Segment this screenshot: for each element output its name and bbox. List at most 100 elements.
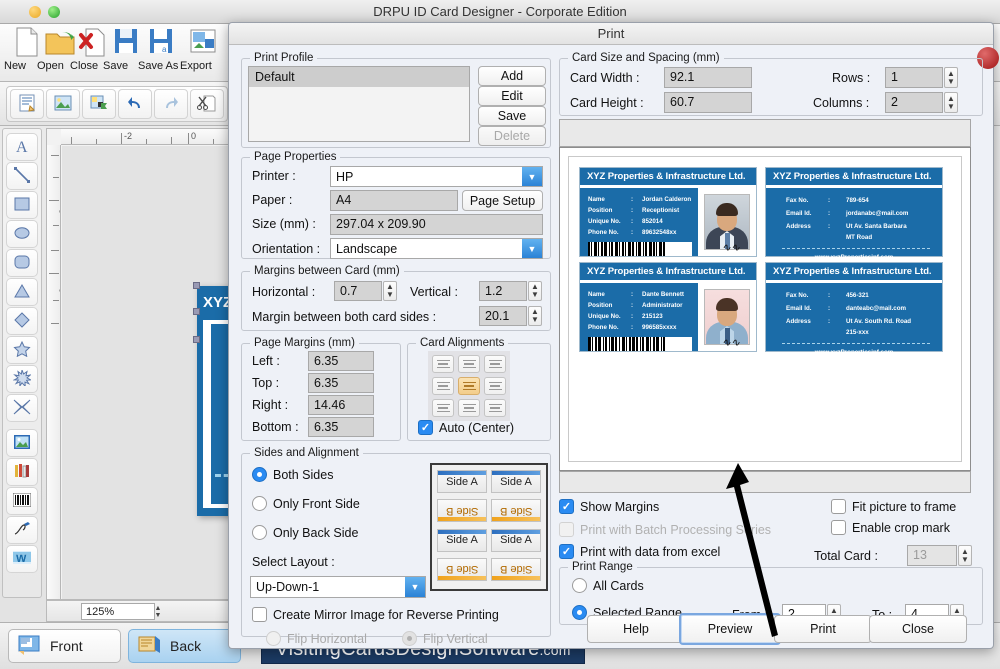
preview-card-3[interactable]: XYZ Properties & Infrastructure Ltd. Nam… [579, 262, 757, 352]
resize-handle-left-middle[interactable] [193, 308, 200, 315]
chevron-down-icon[interactable]: ▼ [405, 577, 425, 597]
zoom-level-input[interactable]: 125% [81, 603, 155, 620]
toolbar-button-export[interactable]: Export [180, 26, 226, 80]
card-size-spacing-group: Card Size and Spacing (mm) Card Width : … [559, 52, 983, 116]
align-bottom-right[interactable] [484, 399, 506, 417]
cut-icon [197, 93, 217, 116]
page-setup-button[interactable]: Page Setup [462, 190, 543, 211]
chevron-down-icon[interactable]: ▼ [522, 167, 542, 186]
picture-tool-button[interactable] [6, 429, 38, 457]
star-tool-button[interactable] [6, 336, 38, 364]
profile-edit-button[interactable]: Edit [478, 86, 546, 106]
diamond-tool-button[interactable] [6, 307, 38, 335]
profile-add-button[interactable]: Add [478, 66, 546, 86]
check-icon: ✓ [559, 499, 574, 514]
watermark-tool-button[interactable]: W [6, 545, 38, 573]
print-preview-pane[interactable]: XYZ Properties & Infrastructure Ltd. Nam… [559, 147, 971, 471]
help-button[interactable]: Help [587, 615, 685, 643]
data-from-excel-checkbox[interactable]: ✓ Print with data from excel [559, 544, 720, 559]
canvas-page[interactable]: XYZ [62, 146, 317, 599]
preview-button[interactable]: Preview [679, 613, 781, 645]
barcode-tool-button[interactable] [6, 487, 38, 515]
tab-back-side[interactable]: Back [128, 629, 241, 663]
align-top-right[interactable] [484, 355, 506, 373]
radio-both-sides[interactable]: Both Sides [252, 467, 333, 482]
preview-card-4[interactable]: XYZ Properties & Infrastructure Ltd. Fax… [765, 262, 943, 356]
both-card-sides-stepper[interactable]: ▲ ▼ [528, 306, 542, 326]
design-canvas[interactable]: -2 0 -2 0 XYZ [46, 128, 317, 600]
orientation-select[interactable]: Landscape ▼ [330, 238, 543, 259]
columns-stepper[interactable]: ▲ ▼ [944, 92, 958, 113]
tab-front-side[interactable]: Front [8, 629, 121, 663]
print-button[interactable]: Print [774, 615, 872, 643]
align-middle-left[interactable] [432, 377, 454, 395]
mirror-image-checkbox[interactable]: Create Mirror Image for Reverse Printing [252, 607, 499, 622]
burst-tool-button[interactable] [6, 365, 38, 393]
radio-only-front-side[interactable]: Only Front Side [252, 496, 360, 511]
toolbar-button-save-as[interactable]: a Save As [138, 26, 184, 80]
card-height-input[interactable]: 60.7 [664, 92, 752, 113]
library-tool-button[interactable] [6, 458, 38, 486]
vertical-margin-input[interactable]: 1.2 [479, 281, 527, 301]
horizontal-margin-input[interactable]: 0.7 [334, 281, 382, 301]
print-profile-item-default[interactable]: Default [249, 67, 469, 87]
redo-button[interactable] [154, 89, 188, 119]
both-card-sides-input[interactable]: 20.1 [479, 306, 527, 326]
resize-handle-left-bottom[interactable] [193, 336, 200, 343]
preview-card-2[interactable]: XYZ Properties & Infrastructure Ltd. Fax… [765, 167, 943, 261]
rounded-rect-tool-button[interactable] [6, 249, 38, 277]
card-properties-button[interactable] [10, 89, 44, 119]
cut-button[interactable] [190, 89, 224, 119]
text-tool-button[interactable]: A [6, 133, 38, 161]
card-4-company: XYZ Properties & Infrastructure Ltd. [766, 263, 942, 280]
undo-button[interactable] [118, 89, 152, 119]
auto-center-checkbox[interactable]: ✓ Auto (Center) [418, 420, 514, 435]
rows-input[interactable]: 1 [885, 67, 943, 88]
printer-select[interactable]: HP ▼ [330, 166, 543, 187]
card-width-input[interactable]: 92.1 [664, 67, 752, 88]
card-3-company: XYZ Properties & Infrastructure Ltd. [580, 263, 756, 280]
radio-icon [572, 605, 587, 620]
image-export-button[interactable] [82, 89, 116, 119]
printer-value: HP [336, 169, 354, 184]
signature-tool-button[interactable] [6, 516, 38, 544]
top-margin-input[interactable]: 6.35 [308, 373, 374, 393]
print-profile-group: Print Profile Default Add Edit Save Dele… [241, 52, 551, 148]
radio-only-back-side[interactable]: Only Back Side [252, 525, 358, 540]
fit-picture-checkbox[interactable]: Fit picture to frame [831, 499, 956, 514]
vertical-margin-stepper[interactable]: ▲ ▼ [528, 281, 542, 301]
radio-all-cards[interactable]: All Cards [572, 578, 644, 593]
triangle-tool-button[interactable] [6, 278, 38, 306]
bottom-margin-input[interactable]: 6.35 [308, 417, 374, 437]
rectangle-tool-button[interactable] [6, 191, 38, 219]
profile-save-button[interactable]: Save [478, 106, 546, 126]
align-middle-center[interactable] [458, 377, 480, 395]
align-bottom-center[interactable] [458, 399, 480, 417]
right-margin-input[interactable]: 14.46 [308, 395, 374, 415]
card-3-value-0: Dante Bennett [642, 291, 684, 298]
preview-card-1[interactable]: XYZ Properties & Infrastructure Ltd. Nam… [579, 167, 757, 257]
print-profile-list[interactable]: Default [248, 66, 470, 142]
card-3-colon-1: : [631, 302, 634, 309]
align-bottom-left[interactable] [432, 399, 454, 417]
line-tool-button[interactable] [6, 162, 38, 190]
ellipse-tool-button[interactable] [6, 220, 38, 248]
select-layout-dropdown[interactable]: Up-Down-1 ▼ [250, 576, 426, 598]
columns-input[interactable]: 2 [885, 92, 943, 113]
four-point-star-tool-button[interactable] [6, 394, 38, 422]
align-top-center[interactable] [458, 355, 480, 373]
background-image-button[interactable] [46, 89, 80, 119]
card-2-key-0: Fax No. [786, 197, 809, 204]
zoom-stepper[interactable]: ▲ ▼ [151, 603, 165, 620]
chevron-down-icon[interactable]: ▼ [522, 239, 542, 258]
burst-tool-icon [12, 367, 33, 389]
align-top-left[interactable] [432, 355, 454, 373]
align-middle-right[interactable] [484, 377, 506, 395]
horizontal-margin-stepper[interactable]: ▲ ▼ [383, 281, 397, 301]
close-button[interactable]: Close [869, 615, 967, 643]
left-margin-input[interactable]: 6.35 [308, 351, 374, 371]
crop-mark-checkbox[interactable]: Enable crop mark [831, 520, 950, 535]
show-margins-checkbox[interactable]: ✓ Show Margins [559, 499, 659, 514]
rows-stepper[interactable]: ▲ ▼ [944, 67, 958, 88]
resize-handle-top-left[interactable] [193, 282, 200, 289]
